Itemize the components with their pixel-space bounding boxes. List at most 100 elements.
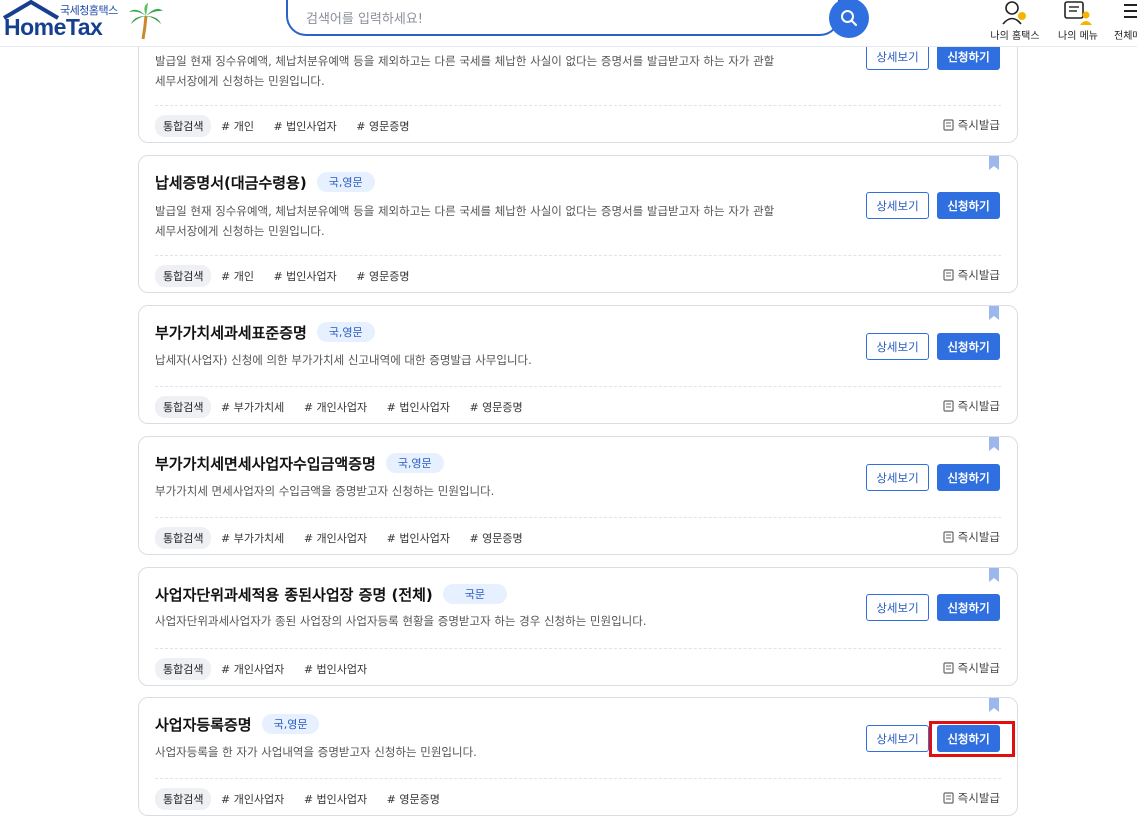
card-title: 사업자등록증명 국,영문 — [155, 714, 320, 735]
all-menu-label: 전체메 — [1114, 31, 1137, 42]
card-tags: 통합검색 # 개인사업자 # 법인사업자 — [155, 658, 383, 680]
apply-button[interactable]: 신청하기 — [937, 594, 1000, 621]
card-tags: 통합검색 # 부가가치세 # 개인사업자 # 법인사업자 # 영문증명 — [155, 396, 539, 418]
logo-text: HomeTax — [4, 14, 103, 40]
bookmark-icon[interactable] — [989, 698, 999, 712]
card-title: 사업자단위과세적용 종된사업장 증명 (전체) 국문 — [155, 584, 508, 605]
document-icon — [943, 269, 954, 281]
detail-button[interactable]: 상세보기 — [866, 43, 929, 70]
tag[interactable]: # 영문증명 — [356, 118, 409, 134]
apply-button[interactable]: 신청하기 — [937, 333, 1000, 360]
detail-button[interactable]: 상세보기 — [866, 725, 929, 752]
top-header: 국세청홈택스 HomeTax 나의 홈택스 — [0, 0, 1137, 47]
card-description: 부가가치세 면세사업자의 수입금액을 증명받고자 신청하는 민원입니다. — [155, 484, 495, 498]
detail-button[interactable]: 상세보기 — [866, 333, 929, 360]
tag[interactable]: # 법인사업자 — [387, 530, 450, 546]
my-hometax-label: 나의 홈택스 — [990, 31, 1040, 42]
instant-issue-label: 즉시발급 — [943, 398, 1000, 414]
tag[interactable]: # 법인사업자 — [273, 118, 336, 134]
detail-button[interactable]: 상세보기 — [866, 464, 929, 491]
service-card-vat-exempt-income: 부가가치세면세사업자수입금액증명 국,영문 부가가치세 면세사업자의 수입금액을 … — [138, 436, 1018, 555]
card-title: 부가가치세과세표준증명 국,영문 — [155, 322, 375, 343]
tag-integrated-search[interactable]: 통합검색 — [155, 527, 212, 549]
tag[interactable]: # 영문증명 — [469, 399, 522, 415]
search-input[interactable] — [304, 8, 808, 30]
card-divider — [155, 255, 1001, 256]
bookmark-icon[interactable] — [989, 568, 999, 582]
tag[interactable]: # 법인사업자 — [304, 791, 367, 807]
service-card-tax-payment-receipt: 납세증명서(대금수령용) 국,영문 발급일 현재 징수유예액, 체납처분유예액 등… — [138, 155, 1018, 293]
card-tags: 통합검색 # 개인사업자 # 법인사업자 # 영문증명 — [155, 788, 456, 810]
menu-doc-icon — [1064, 1, 1092, 25]
bookmark-icon[interactable] — [989, 156, 999, 170]
card-title: 부가가치세면세사업자수입금액증명 국,영문 — [155, 453, 444, 474]
language-badge: 국,영문 — [316, 322, 375, 342]
card-tags: 통합검색 # 개인 # 법인사업자 # 영문증명 — [155, 265, 425, 287]
detail-button[interactable]: 상세보기 — [866, 594, 929, 621]
hometax-logo[interactable]: 국세청홈택스 HomeTax — [0, 0, 170, 46]
instant-issue-label: 즉시발급 — [943, 267, 1000, 283]
search-box — [286, 0, 840, 36]
card-tags: 통합검색 # 부가가치세 # 개인사업자 # 법인사업자 # 영문증명 — [155, 527, 539, 549]
tag-integrated-search[interactable]: 통합검색 — [155, 265, 212, 287]
language-badge: 국,영문 — [316, 172, 375, 192]
tag[interactable]: # 영문증명 — [387, 791, 440, 807]
document-icon — [943, 792, 954, 804]
service-card-vat-standard: 부가가치세과세표준증명 국,영문 납세자(사업자) 신청에 의한 부가가치세 신고… — [138, 305, 1018, 424]
my-hometax-link[interactable]: 나의 홈택스 — [986, 0, 1044, 44]
tag[interactable]: # 개인 — [221, 118, 254, 134]
all-menu-link[interactable]: 전체메 — [1110, 0, 1137, 44]
tag-integrated-search[interactable]: 통합검색 — [155, 115, 212, 137]
tag[interactable]: # 개인 — [221, 268, 254, 284]
search-button[interactable] — [829, 0, 869, 38]
language-badge: 국,영문 — [385, 453, 444, 473]
detail-button[interactable]: 상세보기 — [866, 192, 929, 219]
tag[interactable]: # 법인사업자 — [304, 661, 367, 677]
my-menu-link[interactable]: 나의 메뉴 — [1052, 0, 1104, 44]
card-divider — [155, 517, 1001, 518]
apply-button[interactable]: 신청하기 — [937, 192, 1000, 219]
tag[interactable]: # 개인사업자 — [221, 661, 284, 677]
my-menu-label: 나의 메뉴 — [1058, 31, 1098, 42]
tag[interactable]: # 영문증명 — [469, 530, 522, 546]
tag[interactable]: # 개인사업자 — [304, 399, 367, 415]
card-description: 사업자단위과세사업자가 종된 사업장의 사업자등록 현황을 증명받고자 하는 경… — [155, 614, 647, 628]
tag-integrated-search[interactable]: 통합검색 — [155, 658, 212, 680]
card-title: 납세증명서(대금수령용) 국,영문 — [155, 172, 375, 193]
card-description: 발급일 현재 징수유예액, 체납처분유예액 등을 제외하고는 다른 국세를 체납… — [155, 204, 775, 238]
instant-issue-label: 즉시발급 — [943, 790, 1000, 806]
language-badge: 국,영문 — [261, 714, 320, 734]
tag[interactable]: # 부가가치세 — [221, 530, 284, 546]
document-icon — [943, 119, 954, 131]
card-divider — [155, 386, 1001, 387]
tag[interactable]: # 법인사업자 — [387, 399, 450, 415]
tag-integrated-search[interactable]: 통합검색 — [155, 396, 212, 418]
card-tags: 통합검색 # 개인 # 법인사업자 # 영문증명 — [155, 115, 425, 137]
tag[interactable]: # 영문증명 — [356, 268, 409, 284]
bookmark-icon[interactable] — [989, 306, 999, 320]
document-icon — [943, 531, 954, 543]
apply-button[interactable]: 신청하기 — [937, 464, 1000, 491]
service-card-business-registration: 사업자등록증명 국,영문 사업자등록을 한 자가 사업내역을 증명받고자 신청하는… — [138, 697, 1018, 816]
card-description: 납세자(사업자) 신청에 의한 부가가치세 신고내역에 대한 증명발급 사무입니… — [155, 353, 532, 367]
tag[interactable]: # 법인사업자 — [273, 268, 336, 284]
apply-button[interactable]: 신청하기 — [937, 725, 1000, 752]
apply-button[interactable]: 신청하기 — [937, 43, 1000, 70]
search-icon — [841, 10, 858, 27]
user-icon — [1002, 1, 1026, 25]
tag[interactable]: # 부가가치세 — [221, 399, 284, 415]
instant-issue-label: 즉시발급 — [943, 117, 1000, 133]
tag-integrated-search[interactable]: 통합검색 — [155, 788, 212, 810]
language-badge: 국문 — [442, 584, 508, 604]
tag[interactable]: # 개인사업자 — [304, 530, 367, 546]
card-description: 사업자등록을 한 자가 사업내역을 증명받고자 신청하는 민원입니다. — [155, 745, 477, 759]
instant-issue-label: 즉시발급 — [943, 660, 1000, 676]
card-description: 발급일 현재 징수유예액, 체납처분유예액 등을 제외하고는 다른 국세를 체납… — [155, 54, 775, 88]
bookmark-icon[interactable] — [989, 437, 999, 451]
tag[interactable]: # 개인사업자 — [221, 791, 284, 807]
service-card-unit-taxation-subsidiary: 사업자단위과세적용 종된사업장 증명 (전체) 국문 사업자단위과세사업자가 종된… — [138, 567, 1018, 686]
instant-issue-label: 즉시발급 — [943, 529, 1000, 545]
document-icon — [943, 662, 954, 674]
palm-tree-icon — [129, 3, 163, 40]
card-divider — [155, 778, 1001, 779]
